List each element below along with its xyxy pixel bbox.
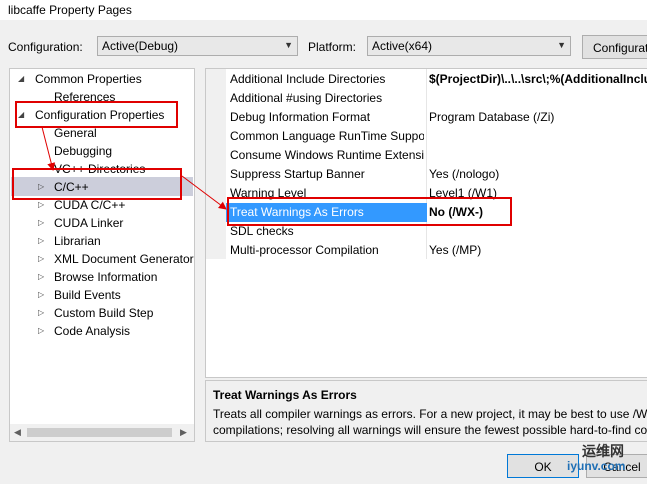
annotation-arrow-1 [41, 126, 56, 171]
annotation-arrows [41, 126, 227, 210]
annotation-arrow-2 [181, 175, 227, 210]
